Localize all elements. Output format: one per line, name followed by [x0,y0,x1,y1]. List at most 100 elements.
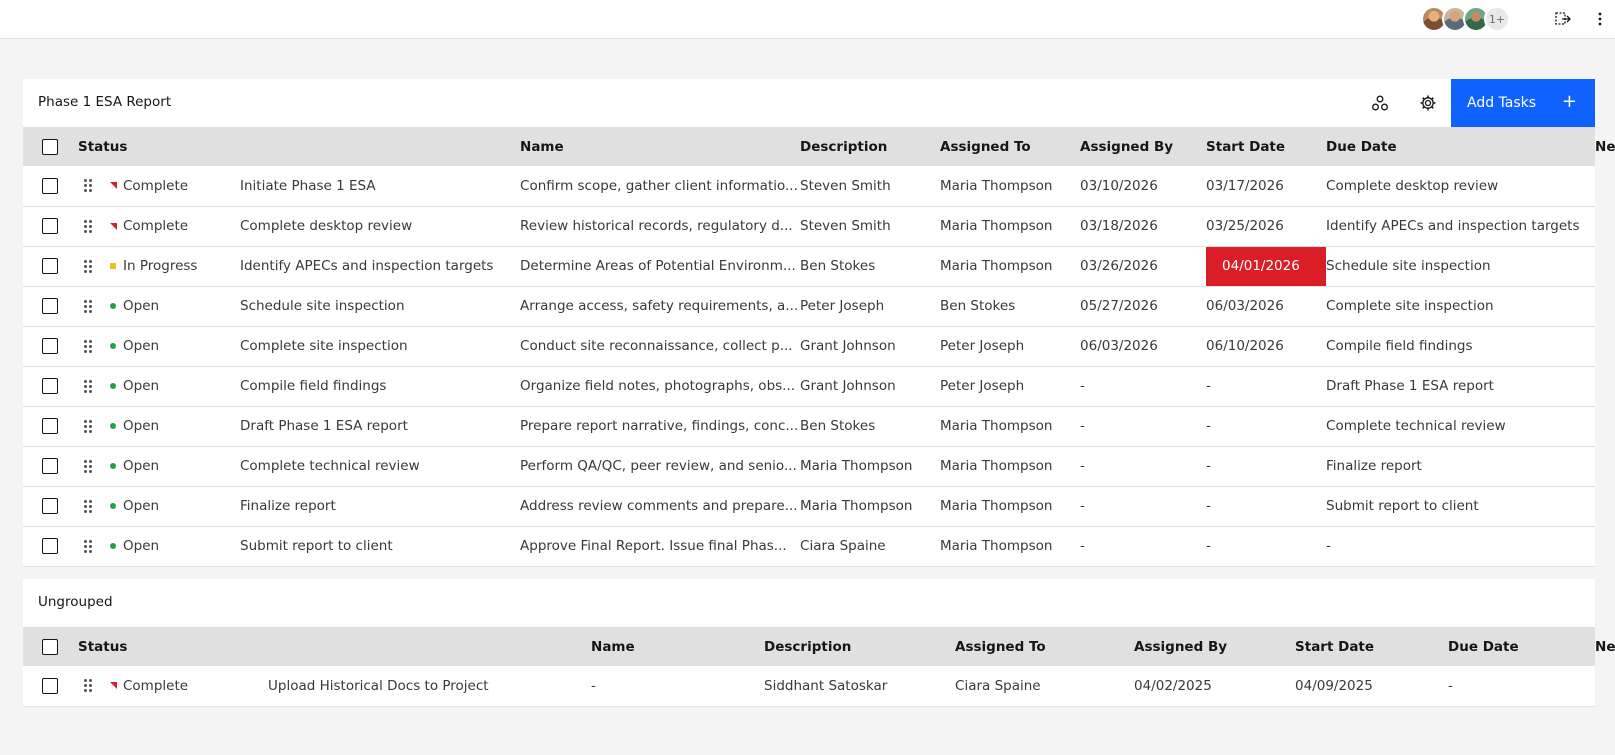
more-avatars-badge[interactable]: 1+ [1484,6,1510,32]
task-name-cell[interactable]: Finalize report [240,486,521,527]
status-label: Open [123,458,160,474]
table-row[interactable]: Open Schedule site inspection Arrange acce… [23,286,1596,327]
task-name-cell[interactable]: Complete site inspection [240,326,521,367]
drag-handle-icon[interactable] [84,259,92,273]
row-checkbox[interactable] [42,378,58,394]
assigned-by: Maria Thompson [940,418,1053,434]
drag-handle-icon[interactable] [84,299,92,313]
task-name-cell[interactable]: Complete desktop review [240,206,521,247]
column-header[interactable]: Due Date [1326,127,1596,166]
task-description-cell: Determine Areas of Potential Environm... [520,246,801,287]
table-row[interactable]: Open Complete technical review Perform QA/… [23,446,1596,487]
status-open-icon [110,543,116,549]
select-all-checkbox[interactable] [42,638,58,655]
start-date: - [1080,498,1085,514]
next-task: Complete technical review [1326,418,1506,434]
status-label: In Progress [123,258,198,274]
column-header[interactable]: Name [591,627,765,666]
table-row[interactable]: Open Submit report to client Approve Final… [23,526,1596,567]
add-tasks-button[interactable]: Add Tasks + [1451,79,1595,127]
column-header[interactable]: Name [520,127,801,166]
status-cell: Open [78,446,240,487]
select-all-checkbox[interactable] [42,138,58,155]
row-checkbox[interactable] [42,418,58,434]
table-row[interactable]: Open Draft Phase 1 ESA report Prepare repo… [23,406,1596,447]
settings-icon[interactable] [1416,91,1440,115]
due-date: - [1206,458,1211,474]
task-description-cell: Review historical records, regulatory d.… [520,206,801,247]
due-date-cell: 06/10/2026 [1206,326,1327,367]
column-header[interactable]: Assigned To [955,627,1135,666]
row-checkbox[interactable] [42,258,58,274]
drag-handle-icon[interactable] [84,459,92,473]
column-header[interactable]: Status [78,127,521,166]
column-header[interactable]: Start Date [1295,627,1449,666]
task-name-cell[interactable]: Submit report to client [240,526,521,567]
column-header[interactable]: Start Date [1206,127,1327,166]
row-checkbox[interactable] [42,177,58,194]
overflow-menu-icon[interactable] [1589,8,1611,30]
due-date-cell: 04/01/2026 [1206,246,1327,287]
drag-handle-icon[interactable] [84,499,92,513]
column-header[interactable]: Assigned To [940,127,1081,166]
drag-handle-icon[interactable] [84,679,92,693]
select-all-cell [23,127,78,166]
start-date: - [1080,458,1085,474]
due-date: 06/03/2026 [1206,298,1284,314]
share-icon[interactable] [1552,8,1574,30]
start-date: 03/26/2026 [1080,258,1158,274]
task-name-cell[interactable]: Complete technical review [240,446,521,487]
status-complete-icon [110,182,117,190]
next-task: Schedule site inspection [1326,258,1491,274]
task-name-cell[interactable]: Initiate Phase 1 ESA [240,166,521,207]
row-checkbox[interactable] [42,298,58,314]
select-all-cell [23,627,78,666]
status-open-icon [110,383,116,389]
column-header[interactable]: Description [764,627,956,666]
hierarchy-icon[interactable] [1368,91,1392,115]
drag-handle-icon[interactable] [84,339,92,353]
assigned-to: Ben Stokes [800,258,876,274]
task-name-cell[interactable]: Draft Phase 1 ESA report [240,406,521,447]
row-checkbox[interactable] [42,218,58,234]
table-row[interactable]: Complete Upload Historical Docs to Projec… [23,666,1596,707]
start-date-cell: 03/10/2026 [1080,166,1207,207]
assigned-by-cell: Maria Thompson [940,166,1081,207]
drag-handle-icon[interactable] [84,219,92,233]
assigned-by-cell: Peter Joseph [940,326,1081,367]
column-header[interactable]: Status [78,627,592,666]
task-description: Confirm scope, gather client informatio.… [520,177,798,194]
row-checkbox[interactable] [42,498,58,514]
row-checkbox[interactable] [42,538,58,554]
table-row[interactable]: Open Compile field findings Organize field… [23,366,1596,407]
task-name: Finalize report [240,498,336,514]
status-label: Open [123,498,160,514]
task-name-cell[interactable]: Identify APECs and inspection targets [240,246,521,287]
column-header[interactable]: Due Date [1448,627,1596,666]
column-header[interactable]: Assigned By [1080,127,1207,166]
table-row[interactable]: Complete Complete desktop review Review hi… [23,206,1596,247]
column-header[interactable]: Assigned By [1134,627,1296,666]
table-row[interactable]: Open Finalize report Address review commen… [23,486,1596,527]
status-open-icon [110,463,116,469]
task-name-cell[interactable]: Schedule site inspection [240,286,521,327]
row-checkbox[interactable] [42,677,58,694]
drag-handle-icon[interactable] [84,419,92,433]
status-complete-icon [110,682,117,690]
task-name-cell[interactable]: Compile field findings [240,366,521,407]
table-row[interactable]: Open Complete site inspection Conduct site… [23,326,1596,367]
task-name-cell[interactable]: Upload Historical Docs to Project [268,666,592,707]
column-header[interactable]: Description [800,127,941,166]
drag-handle-icon[interactable] [84,179,92,193]
column-header-label: Assigned To [940,138,1031,155]
table-row[interactable]: Complete Initiate Phase 1 ESA Confirm scop… [23,166,1596,207]
status-badge: In Progress [110,258,197,274]
row-checkbox[interactable] [42,458,58,474]
drag-handle-icon[interactable] [84,539,92,553]
collaborator-avatars[interactable]: 1+ [1421,6,1510,32]
drag-handle-icon[interactable] [84,379,92,393]
row-checkbox[interactable] [42,338,58,354]
table-row[interactable]: In Progress Identify APECs and inspection… [23,246,1596,287]
row-select-cell [23,166,78,207]
status-label: Open [123,378,160,394]
